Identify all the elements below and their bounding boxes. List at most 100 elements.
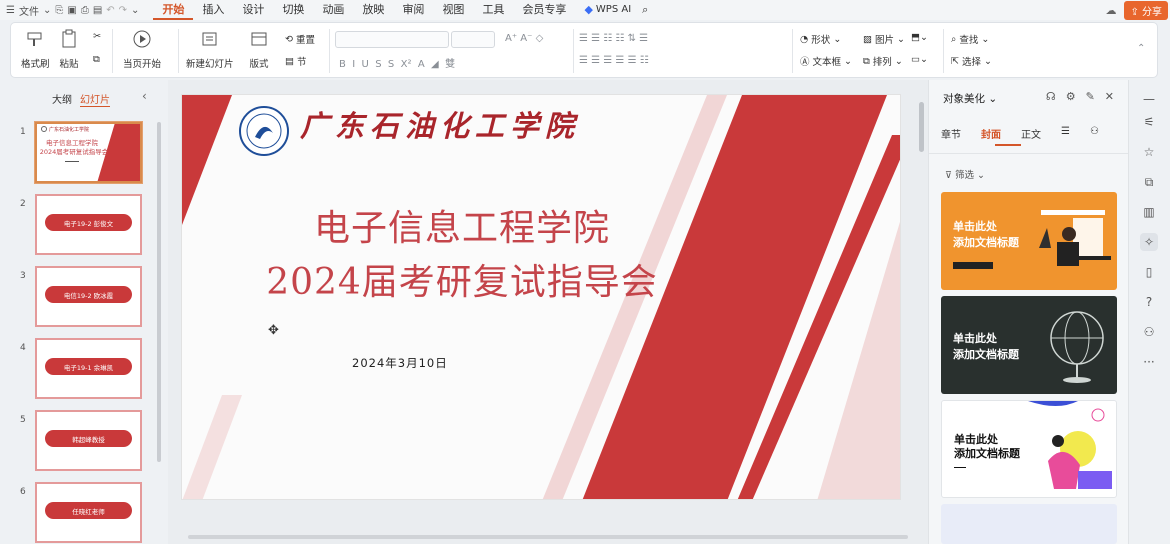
document-icon[interactable]: ▥ — [1140, 203, 1158, 221]
share-button[interactable]: ⇪ 分享 — [1124, 1, 1168, 20]
cloud-icon[interactable]: ☁ — [1105, 4, 1116, 17]
minus-icon[interactable]: — — [1140, 90, 1158, 108]
slide-title-line-1[interactable]: 电子信息工程学院 — [182, 199, 742, 251]
textbox-button[interactable]: Ⓐ 文本框 ⌄ — [800, 54, 852, 69]
menu-icon[interactable]: ☰ — [6, 5, 15, 16]
gear-icon[interactable]: ⚙ — [1066, 90, 1076, 103]
slide-thumbnail-3[interactable]: 电信19-2 欧冰霞 — [35, 266, 142, 327]
card-title-1: 单击此处 — [953, 332, 997, 345]
tab-transition[interactable]: 切换 — [273, 0, 313, 20]
copy-icon[interactable]: ⧉ — [1140, 173, 1158, 191]
workspace-illustration-icon — [1039, 210, 1111, 266]
slide-number: 5 — [20, 415, 26, 425]
arrange-button[interactable]: ⧉ 排列 ⌄ — [863, 54, 903, 69]
chevron-down-icon[interactable]: ⌄ — [43, 5, 51, 16]
slide-number: 3 — [20, 271, 26, 281]
fill-icon[interactable]: ⬒⌄ — [911, 32, 928, 43]
preview-icon[interactable]: ▤ — [93, 5, 102, 16]
more-icon[interactable]: ··· — [1140, 353, 1158, 371]
active-tab-indicator — [995, 144, 1021, 146]
slide-thumbnail-6[interactable]: 任晓红老师 — [35, 482, 142, 543]
close-icon[interactable]: ✕ — [1105, 90, 1114, 103]
undo-icon[interactable]: ↶ — [106, 5, 114, 16]
copy-icon[interactable]: ⧉ — [93, 54, 100, 65]
horizontal-scrollbar[interactable] — [188, 535, 908, 539]
pin-icon[interactable]: ✎ — [1086, 90, 1095, 103]
panel-scrollbar[interactable] — [157, 122, 161, 462]
slide-thumbnail-5[interactable]: 韩超峰教授 — [35, 410, 142, 471]
slide-thumbnail-4[interactable]: 电子19-1 余琳凯 — [35, 338, 142, 399]
list-icons[interactable]: ☰ ☰ ☷ ☷ ⇅ ☰ — [579, 33, 648, 44]
shape-button[interactable]: ◔ 形状 ⌄ — [800, 32, 841, 47]
tab-animation[interactable]: 动画 — [313, 0, 353, 20]
tab-home[interactable]: 开始 — [153, 0, 194, 20]
template-card-white[interactable]: 单击此处 添加文档标题 — [941, 400, 1117, 498]
template-card-orange[interactable]: 单击此处 添加文档标题 — [941, 192, 1117, 290]
beautify-icon[interactable]: ✧ — [1140, 233, 1158, 251]
tab-review[interactable]: 审阅 — [393, 0, 433, 20]
tab-slideshow[interactable]: 放映 — [353, 0, 393, 20]
template-card-dark[interactable]: 单击此处 添加文档标题 — [941, 296, 1117, 394]
light-corner-stripe — [817, 221, 900, 499]
font-family-select[interactable] — [335, 31, 449, 48]
section-button[interactable]: ▤ 节 — [285, 54, 307, 69]
tab-slides[interactable]: 幻灯片 — [80, 91, 110, 107]
new-slide-button[interactable]: 新建幻灯片 — [186, 23, 234, 70]
cut-icon[interactable]: ✂ — [93, 31, 101, 42]
user-icon[interactable]: ⚇ — [1090, 126, 1099, 141]
font-size-select[interactable] — [451, 31, 495, 48]
slide-date[interactable]: 2024年3月10日 — [352, 355, 448, 371]
tab-design[interactable]: 设计 — [233, 0, 273, 20]
paste-icon — [62, 29, 76, 48]
template-card-partial[interactable] — [941, 504, 1117, 544]
slide-title-line-2[interactable]: 2024届考研复试指导会 — [182, 253, 742, 305]
shirt-icon[interactable]: ⚇ — [1140, 323, 1158, 341]
panel-title[interactable]: 对象美化 ⌄ — [943, 91, 997, 106]
chevron-down-icon: ⌄ — [977, 170, 986, 181]
tab-tools[interactable]: 工具 — [473, 0, 513, 20]
reset-button[interactable]: ⟲ 重置 — [285, 32, 315, 47]
font-style-icons[interactable]: B I U S S X² A ◢ 雙 — [339, 55, 455, 70]
outline-icon[interactable]: ▭⌄ — [911, 54, 928, 65]
picture-button[interactable]: ▨ 图片 ⌄ — [863, 32, 905, 47]
tab-member[interactable]: 会员专享 — [513, 0, 575, 20]
tab-cover[interactable]: 封面 — [981, 126, 1001, 141]
format-painter-button[interactable]: 格式刷 — [21, 23, 50, 70]
filter-button[interactable]: ⊽ 筛选 ⌄ — [945, 167, 985, 181]
collapse-ribbon-icon[interactable]: ⌃ — [1137, 43, 1145, 54]
star-icon[interactable]: ☆ — [1140, 143, 1158, 161]
export-icon[interactable]: ▣ — [67, 5, 76, 16]
play-from-current-button[interactable]: 当页开始 — [123, 23, 161, 70]
select-button[interactable]: ⇱ 选择 ⌄ — [951, 54, 992, 69]
slide-canvas[interactable]: 广东石油化工学院 电子信息工程学院 2024届考研复试指导会 2024年3月10… — [181, 94, 901, 500]
chevron-down-icon: ⌄ — [897, 33, 905, 45]
tab-body[interactable]: 正文 — [1021, 126, 1041, 141]
thumb-name-pill: 韩超峰教授 — [45, 430, 132, 447]
sliders-icon[interactable]: ⚟ — [1140, 113, 1158, 131]
more-chevron-icon[interactable]: ⌄ — [131, 5, 139, 16]
collapse-panel-icon[interactable]: ‹ — [142, 89, 147, 103]
font-grow-icon[interactable]: A⁺ A⁻ ◇ — [505, 33, 543, 44]
tab-outline[interactable]: 大纲 — [52, 91, 72, 107]
align-icons[interactable]: ☰ ☰ ☰ ☰ ☰ ☷ — [579, 55, 649, 66]
tab-chapter[interactable]: 章节 — [941, 126, 961, 141]
tab-insert[interactable]: 插入 — [193, 0, 233, 20]
headset-icon[interactable]: ☊ — [1046, 90, 1056, 103]
layout-button[interactable]: 版式 — [249, 23, 269, 70]
file-menu[interactable]: 文件 — [19, 3, 39, 18]
print-icon[interactable]: ⎙ — [81, 5, 89, 16]
slide-thumbnail-1[interactable]: 广东石油化工学院 电子信息工程学院 2024届考研复试指导会 — [34, 121, 143, 184]
picture-label: 图片 — [874, 35, 894, 46]
search-icon[interactable]: ⌕ — [642, 3, 648, 17]
redo-icon[interactable]: ↷ — [119, 5, 127, 16]
save-icon[interactable]: ⎘ — [55, 5, 63, 16]
list-icon[interactable]: ☰ — [1061, 126, 1070, 141]
slide-thumbnail-2[interactable]: 电子19-2 彭俊文 — [35, 194, 142, 255]
paste-button[interactable]: 粘贴 — [59, 23, 79, 70]
book-icon[interactable]: ▯ — [1140, 263, 1158, 281]
wps-ai-button[interactable]: ◆ WPS AI — [575, 0, 640, 20]
vertical-scrollbar[interactable] — [919, 102, 924, 152]
find-button[interactable]: ⌕ 查找 ⌄ — [951, 32, 989, 47]
help-icon[interactable]: ? — [1140, 293, 1158, 311]
tab-view[interactable]: 视图 — [433, 0, 473, 20]
